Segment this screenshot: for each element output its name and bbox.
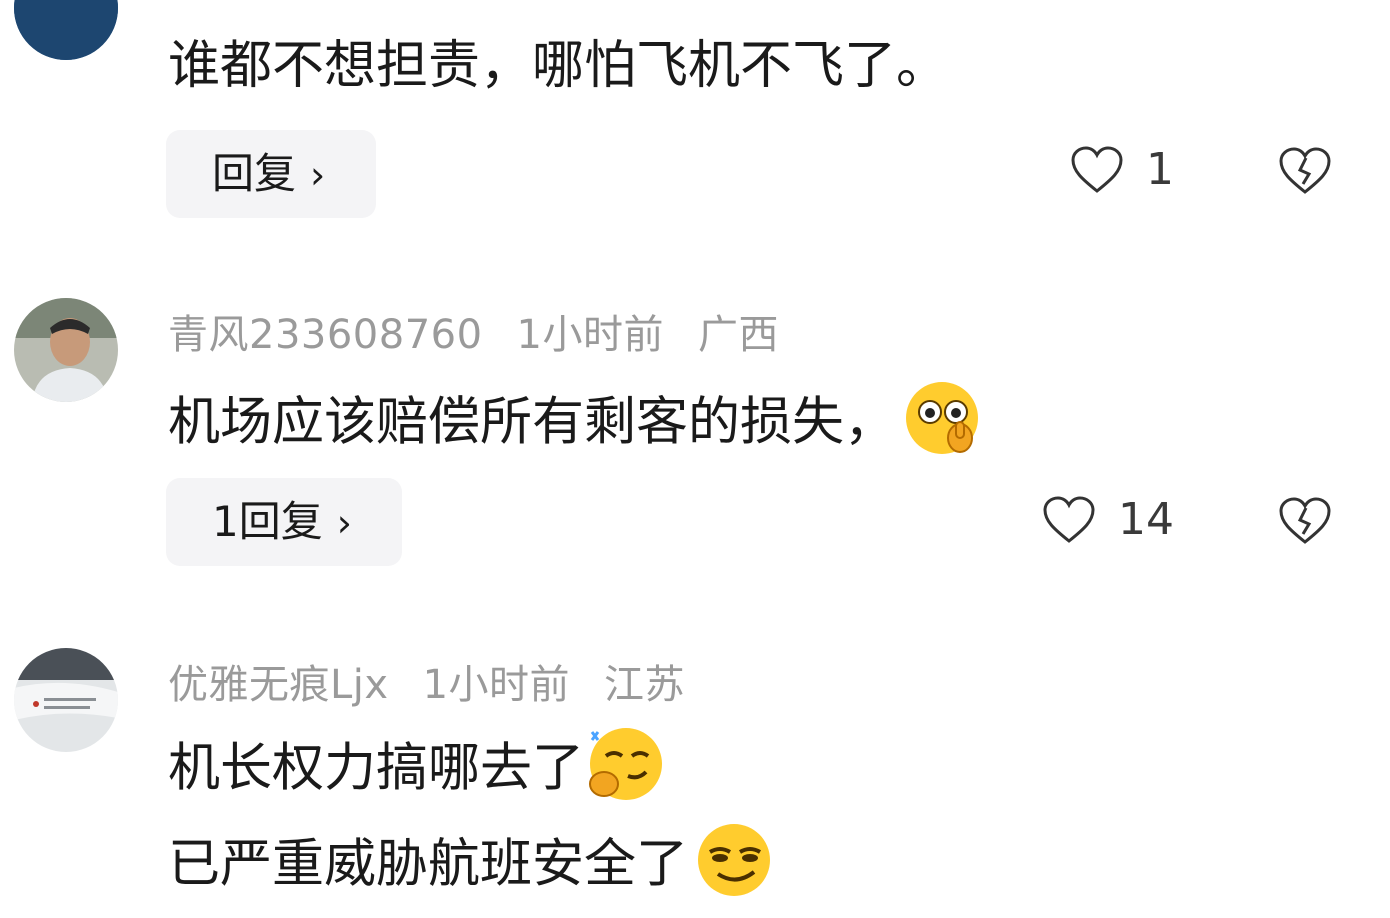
- dislike-button[interactable]: [1278, 496, 1332, 550]
- chevron-right-icon: ›: [310, 153, 326, 197]
- reply-button[interactable]: 回复 ›: [166, 130, 376, 218]
- like-count: 14: [1118, 494, 1174, 545]
- like-count: 1: [1146, 144, 1174, 195]
- broken-heart-icon: [1279, 147, 1331, 194]
- avatar[interactable]: [14, 298, 118, 402]
- comment-location: 广西: [698, 312, 779, 358]
- like-button[interactable]: 1: [1070, 144, 1174, 195]
- thinking-face-emoji: [902, 380, 984, 471]
- comment-meta: 优雅无痕Ljx 1小时前 江苏: [168, 652, 719, 710]
- comment-text: 机场应该赔偿所有剩客的损失，: [168, 392, 897, 453]
- smug-thinking-emoji: [584, 726, 668, 817]
- comment-text-row: 机长权力搞哪去了: [168, 726, 668, 817]
- comment-meta: 青风233608760 1小时前 广西: [168, 302, 813, 360]
- heart-outline-icon: [1071, 145, 1123, 193]
- reply-label: 回复: [212, 149, 297, 198]
- like-button[interactable]: 14: [1042, 494, 1174, 545]
- author-name[interactable]: 青风233608760: [168, 312, 483, 358]
- reply-button[interactable]: 1回复 ›: [166, 478, 402, 566]
- comment-text-line-2: 已严重威胁航班安全了: [168, 834, 689, 895]
- author-name[interactable]: 优雅无痕Ljx: [168, 662, 389, 708]
- comment-location: 江苏: [604, 662, 686, 708]
- heart-outline-icon: [1043, 495, 1095, 543]
- comment-text-row: 机场应该赔偿所有剩客的损失，: [168, 380, 984, 471]
- comment-time: 1小时前: [516, 312, 664, 358]
- comment-text-row: 已严重威胁航班安全了: [168, 822, 776, 913]
- chevron-right-icon: ›: [336, 501, 352, 545]
- reply-label: 1回复: [212, 497, 323, 546]
- avatar[interactable]: [14, 0, 118, 60]
- avatar[interactable]: [14, 648, 118, 752]
- dislike-button[interactable]: [1278, 146, 1332, 200]
- comment-text-line-1: 机长权力搞哪去了: [168, 738, 585, 799]
- broken-heart-icon: [1279, 497, 1331, 544]
- smirk-face-emoji: [694, 822, 776, 913]
- comment-time: 1小时前: [422, 662, 571, 708]
- comment-text: 谁都不想担责，哪怕飞机不飞了。: [168, 36, 949, 96]
